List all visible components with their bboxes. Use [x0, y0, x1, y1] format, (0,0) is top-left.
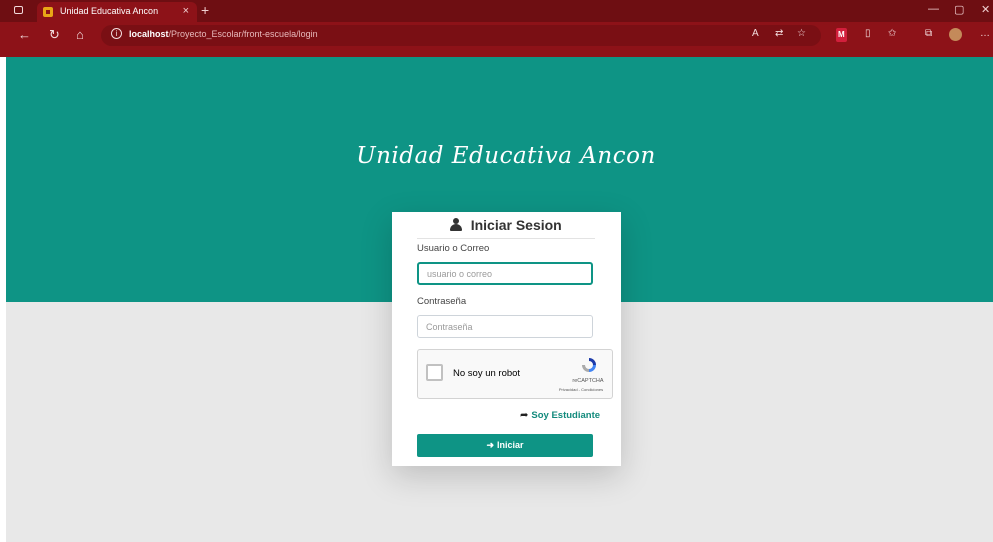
student-link[interactable]: ➦ Soy Estudiante [520, 410, 600, 421]
login-header: Iniciar Sesion [417, 217, 595, 239]
minimize-button[interactable]: — [928, 3, 939, 15]
student-link-label: Soy Estudiante [531, 410, 601, 421]
url-text[interactable]: localhost/Proyecto_Escolar/front-escuela… [129, 29, 318, 39]
sign-in-icon: ➜ [486, 440, 495, 450]
tab-title: Unidad Educativa Ancon [60, 6, 159, 16]
back-arrow-icon[interactable]: ← [18, 28, 31, 41]
share-arrow-icon: ➦ [520, 410, 529, 421]
extension-icon[interactable]: M [836, 28, 847, 42]
user-label: Usuario o Correo [417, 243, 490, 254]
split-screen-icon[interactable]: ▯ [865, 28, 871, 40]
browser-address-bar: ← ↻ ⌂ i localhost/Proyecto_Escolar/front… [0, 22, 993, 57]
user-input[interactable] [417, 262, 593, 285]
new-tab-button[interactable]: + [201, 2, 209, 18]
login-card: Iniciar Sesion Usuario o Correo Contrase… [392, 212, 621, 466]
favorites-icon[interactable]: ✩ [888, 28, 896, 40]
refresh-icon[interactable]: ↻ [49, 28, 60, 41]
url-field[interactable]: i localhost/Proyecto_Escolar/front-escue… [101, 25, 821, 46]
login-title: Iniciar Sesion [470, 217, 562, 233]
more-icon[interactable]: … [980, 28, 990, 40]
collections-icon[interactable]: ⧉ [925, 28, 932, 40]
window-icon[interactable] [14, 6, 23, 14]
password-input[interactable] [417, 315, 593, 338]
browser-tab-bar: Unidad Educativa Ancon × + — ▢ ✕ [0, 0, 993, 22]
info-icon[interactable]: i [111, 28, 122, 39]
recaptcha-brand: reCAPTCHA [572, 378, 604, 384]
recaptcha-widget: No soy un robot reCAPTCHA Privacidad - C… [417, 349, 613, 399]
read-aloud-icon[interactable]: A [752, 28, 759, 40]
browser-tab[interactable]: Unidad Educativa Ancon × [37, 2, 197, 22]
user-icon [450, 218, 463, 231]
translate-icon[interactable]: ⇄ [775, 28, 783, 40]
home-icon[interactable]: ⌂ [76, 28, 84, 41]
recaptcha-checkbox[interactable] [426, 364, 443, 381]
recaptcha-logo [582, 358, 596, 372]
school-name: Unidad Educativa Ancon [356, 143, 656, 169]
password-label: Contraseña [417, 296, 467, 307]
restore-button[interactable]: ▢ [954, 3, 964, 16]
tab-close-icon[interactable]: × [183, 5, 189, 17]
recaptcha-text: No soy un robot [453, 368, 521, 379]
favorite-icon[interactable]: ☆ [797, 28, 806, 40]
page-background: Unidad Educativa Ancon Iniciar Sesion Us… [6, 57, 993, 542]
submit-label: Iniciar [497, 440, 524, 450]
favicon [43, 7, 53, 17]
submit-button[interactable]: ➜ Iniciar [417, 434, 593, 457]
recaptcha-links[interactable]: Privacidad - Condiciones [550, 387, 612, 392]
profile-icon[interactable] [949, 28, 962, 41]
close-window-button[interactable]: ✕ [981, 3, 990, 16]
